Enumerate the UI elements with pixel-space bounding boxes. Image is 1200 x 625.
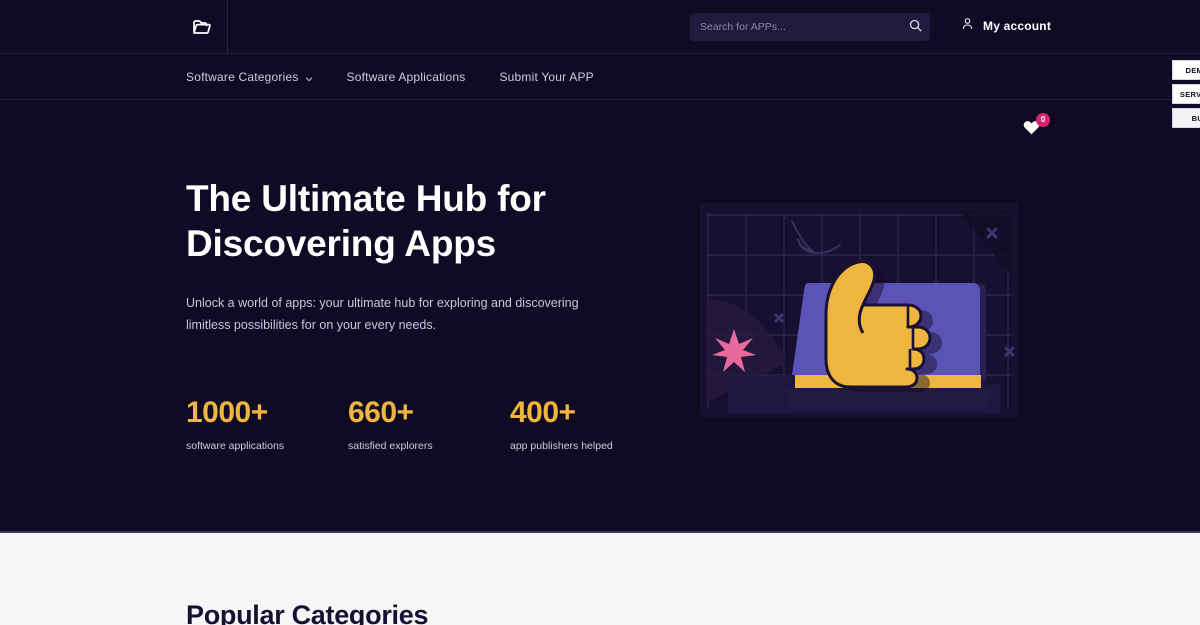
- my-account-button[interactable]: My account: [960, 16, 1051, 36]
- page-title: The Ultimate Hub for Discovering Apps: [186, 178, 546, 264]
- search-bar[interactable]: [690, 13, 930, 41]
- heart-icon: [1022, 121, 1041, 141]
- demos-button[interactable]: DEMOS: [1172, 60, 1200, 80]
- stat-label: app publishers helped: [510, 440, 613, 452]
- stat-label: software applications: [186, 440, 285, 452]
- demo-panel: DEMOS SERVICES BUY: [1172, 60, 1200, 128]
- stat-label: satisfied explorers: [348, 440, 433, 452]
- favorites-button[interactable]: 0: [1022, 113, 1050, 141]
- chevron-down-icon: [305, 72, 313, 82]
- stat-value: 660+: [348, 396, 414, 429]
- open-folder-icon: [191, 15, 215, 39]
- user-icon: [960, 16, 975, 36]
- stats-row: 1000+ software applications 660+ satisfi…: [186, 396, 672, 452]
- nav-item-label: Software Categories: [186, 70, 299, 84]
- my-account-label: My account: [983, 19, 1052, 33]
- search-button[interactable]: [900, 13, 930, 41]
- nav-item-label: Submit Your APP: [499, 70, 594, 84]
- popular-categories-section: Popular Categories: [0, 535, 1200, 625]
- services-button[interactable]: SERVICES: [1172, 84, 1200, 104]
- search-input[interactable]: [690, 13, 900, 41]
- hero-subtitle: Unlock a world of apps: your ultimate hu…: [186, 296, 579, 332]
- stat-item: 1000+ software applications: [186, 396, 348, 452]
- nav-item-software-categories[interactable]: Software Categories: [186, 70, 313, 84]
- nav-item-software-applications[interactable]: Software Applications: [347, 70, 466, 84]
- stat-value: 1000+: [186, 396, 268, 429]
- buy-button[interactable]: BUY: [1172, 108, 1200, 128]
- stat-value: 400+: [510, 396, 576, 429]
- stat-item: 660+ satisfied explorers: [348, 396, 510, 452]
- nav-links: Software Categories Software Application…: [186, 54, 594, 100]
- top-bar: My account: [0, 0, 1200, 54]
- main-nav: Software Categories Software Application…: [0, 54, 1200, 135]
- nav-item-label: Software Applications: [346, 70, 466, 84]
- stat-item: 400+ app publishers helped: [510, 396, 672, 452]
- thumbs-up-laptop-illustration: [700, 203, 1018, 417]
- logo[interactable]: [178, 0, 228, 54]
- search-icon: [908, 18, 923, 36]
- landing-page: My account Software Categories Software …: [0, 0, 1200, 625]
- favorites-count-badge: 0: [1036, 113, 1050, 127]
- section-title: Popular Categories: [186, 600, 429, 625]
- hero-section: My account Software Categories Software …: [0, 0, 1200, 533]
- nav-item-submit-your-app[interactable]: Submit Your APP: [499, 70, 593, 84]
